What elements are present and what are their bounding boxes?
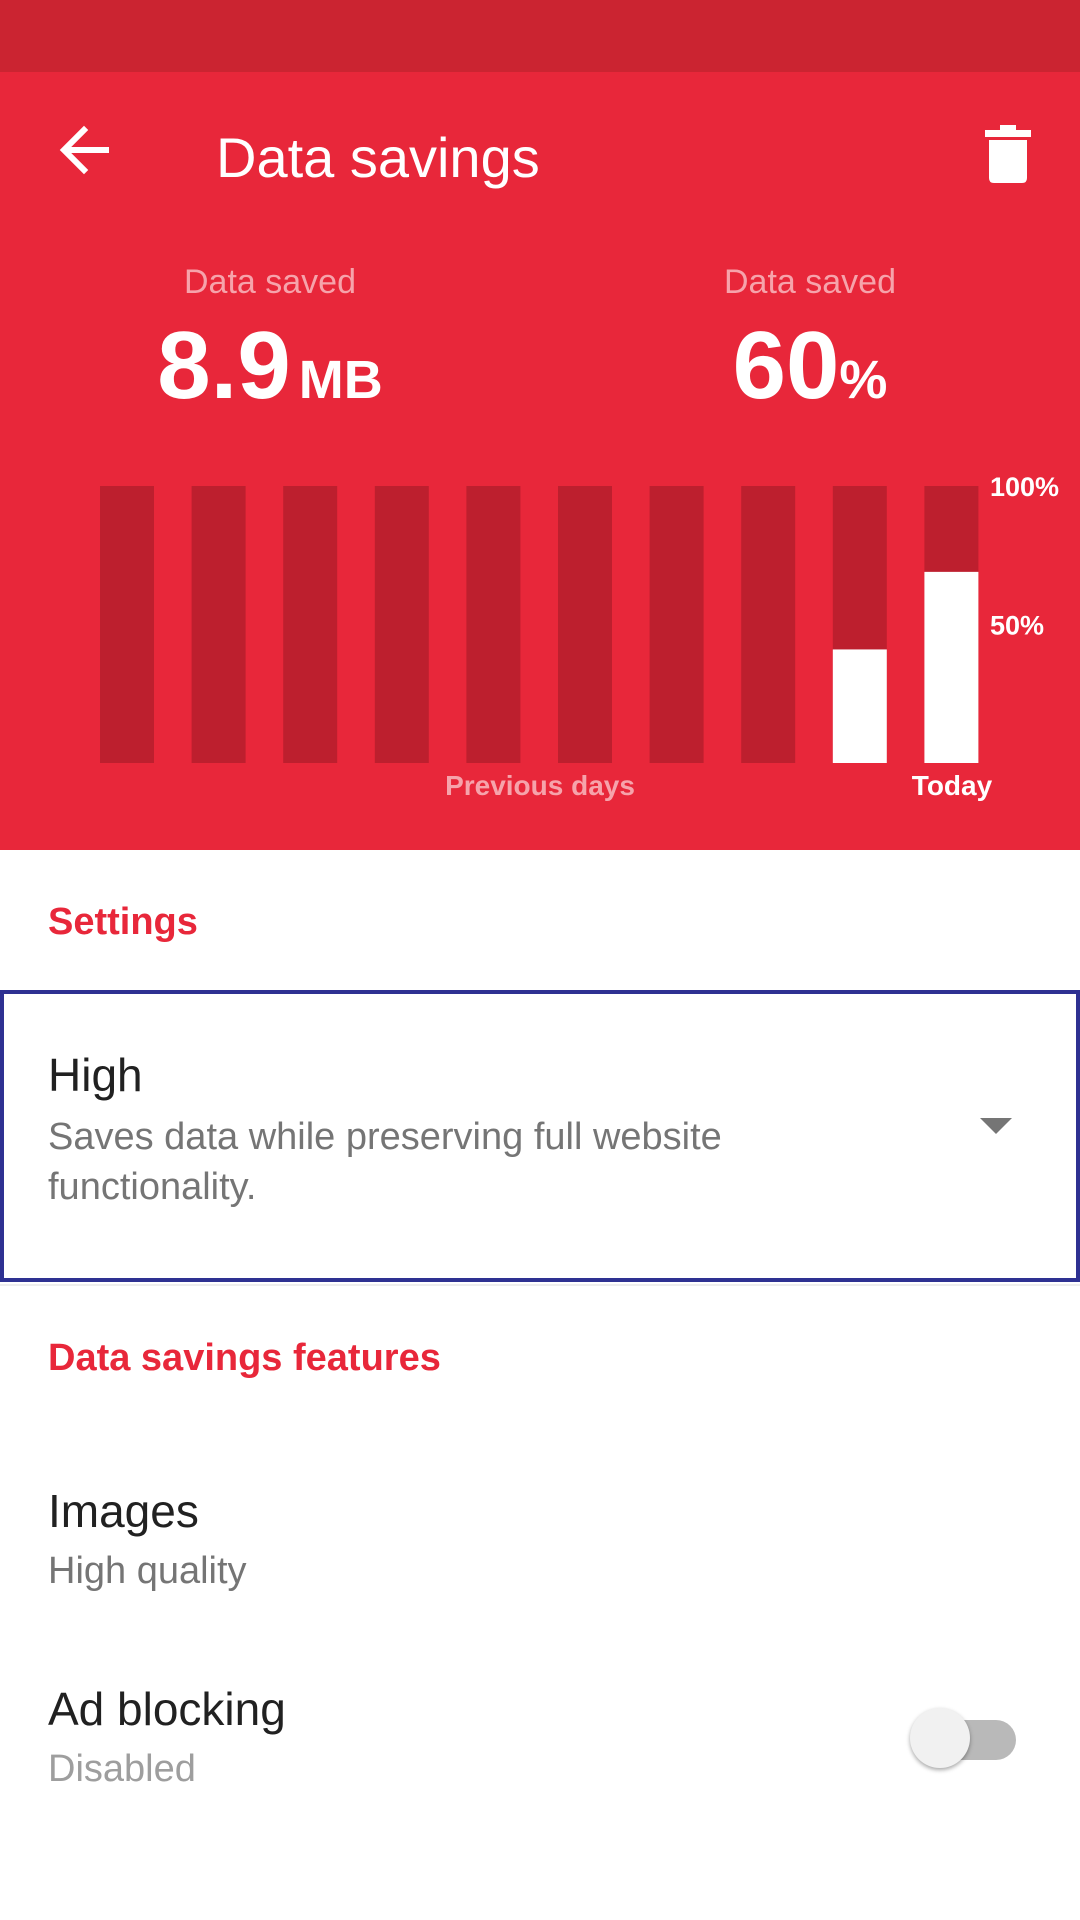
images-value: High quality xyxy=(48,1550,247,1592)
bar-track-3 xyxy=(283,486,338,763)
ad-blocking-value: Disabled xyxy=(48,1748,196,1790)
mode-description: Saves data while preserving full website… xyxy=(48,1116,722,1208)
features-heading: Data savings features xyxy=(48,1337,441,1379)
bar-track-4 xyxy=(374,486,429,763)
settings-heading: Settings xyxy=(48,901,198,943)
ad-blocking-toggle[interactable] xyxy=(910,1706,1022,1770)
mode-title: High xyxy=(48,1049,143,1101)
bar-track-2 xyxy=(191,486,246,763)
bar-track-6 xyxy=(558,486,612,763)
bar-fill-10 xyxy=(924,571,979,763)
ad-blocking-title: Ad blocking xyxy=(48,1683,286,1735)
images-title: Images xyxy=(48,1485,199,1537)
bar-fill-9 xyxy=(832,649,887,763)
bar-track-7 xyxy=(649,486,704,763)
y-tick-label: 100% xyxy=(990,472,1059,502)
toggle-thumb xyxy=(910,1708,970,1768)
dropdown-arrow-icon xyxy=(980,1118,1012,1134)
bar-track-1 xyxy=(100,486,154,763)
daily-savings-chart: 100% 50% Previous days Today xyxy=(100,472,1059,801)
divider xyxy=(0,1284,1080,1286)
bar-track-8 xyxy=(741,486,796,763)
y-tick-label: 50% xyxy=(990,611,1044,641)
x-label-previous-days: Previous days xyxy=(445,770,635,801)
bar-track-5 xyxy=(466,486,521,763)
x-label-today: Today xyxy=(912,770,993,801)
